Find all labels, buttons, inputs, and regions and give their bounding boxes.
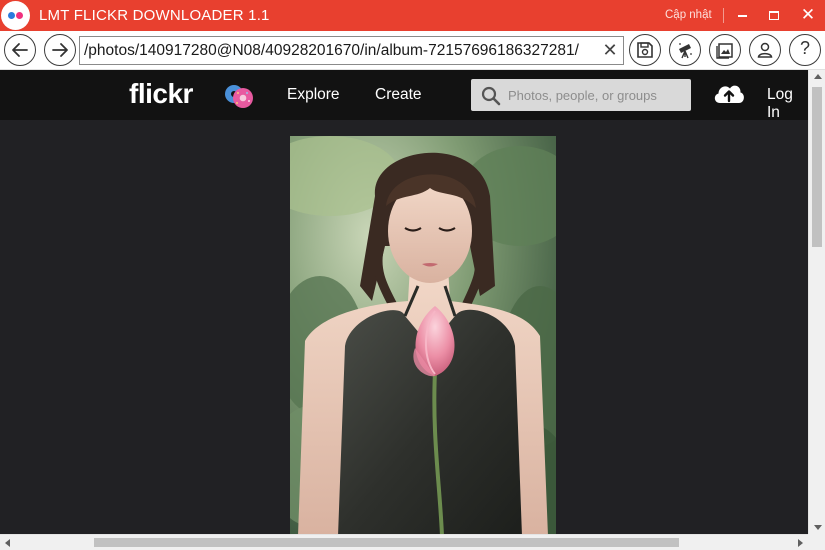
upload-cloud-icon[interactable]: [712, 80, 746, 106]
user-icon: [757, 42, 773, 58]
scrollbar-corner: [808, 534, 825, 550]
vertical-scrollbar[interactable]: [808, 70, 825, 534]
scroll-down-icon[interactable]: [814, 525, 822, 530]
search-icon: [481, 86, 501, 106]
help-button[interactable]: ?: [789, 34, 821, 66]
forward-button[interactable]: [44, 34, 76, 66]
donut-icon[interactable]: [221, 83, 257, 109]
maximize-icon: [769, 11, 779, 21]
update-link[interactable]: Cập nhật: [665, 9, 712, 21]
back-icon: [12, 43, 28, 57]
save-icon: [637, 42, 653, 58]
navigation-toolbar: /photos/140917280@N08/40928201670/in/alb…: [0, 31, 825, 70]
user-button[interactable]: [749, 34, 781, 66]
back-button[interactable]: [4, 34, 36, 66]
login-link[interactable]: Log In: [767, 86, 808, 122]
scroll-left-icon[interactable]: [5, 539, 10, 547]
telescope-icon: [679, 43, 692, 59]
window-title: LMT FLICKR DOWNLOADER 1.1: [39, 7, 270, 24]
gallery-icon: [716, 43, 733, 59]
horizontal-scroll-thumb[interactable]: [94, 538, 679, 547]
minimize-button[interactable]: [728, 4, 756, 26]
search-placeholder: Photos, people, or groups: [508, 88, 657, 103]
nav-create-link[interactable]: Create: [375, 86, 422, 104]
horizontal-scrollbar[interactable]: [0, 534, 808, 550]
browser-viewport: um flickr Explore Create Photos, people,…: [0, 70, 825, 550]
search-input[interactable]: Photos, people, or groups: [471, 79, 691, 111]
minimize-icon: [737, 14, 747, 17]
vertical-scroll-thumb[interactable]: [812, 87, 822, 247]
forward-icon: [52, 43, 68, 57]
close-button[interactable]: ✕: [794, 4, 822, 26]
url-input[interactable]: /photos/140917280@N08/40928201670/in/alb…: [79, 36, 624, 65]
flickr-logo[interactable]: flickr: [129, 78, 193, 110]
scroll-right-icon[interactable]: [798, 539, 803, 547]
title-divider: [723, 8, 724, 23]
maximize-button[interactable]: [760, 4, 788, 26]
close-icon: ✕: [800, 5, 816, 24]
portrait-photo-image: [290, 136, 556, 536]
scroll-up-icon[interactable]: [814, 74, 822, 79]
nav-explore-link[interactable]: Explore: [287, 86, 340, 104]
telescope-button[interactable]: [669, 34, 701, 66]
main-photo[interactable]: [290, 136, 556, 536]
flickr-header: flickr Explore Create Photos, people, or…: [0, 70, 808, 122]
clear-url-icon[interactable]: ✕: [597, 37, 623, 64]
gallery-button[interactable]: [709, 34, 741, 66]
title-bar: LMT FLICKR DOWNLOADER 1.1 Cập nhật ✕: [0, 0, 825, 31]
save-button[interactable]: [629, 34, 661, 66]
url-text: /photos/140917280@N08/40928201670/in/alb…: [84, 42, 579, 59]
help-icon: ?: [799, 38, 810, 58]
app-logo-icon: [1, 1, 30, 30]
